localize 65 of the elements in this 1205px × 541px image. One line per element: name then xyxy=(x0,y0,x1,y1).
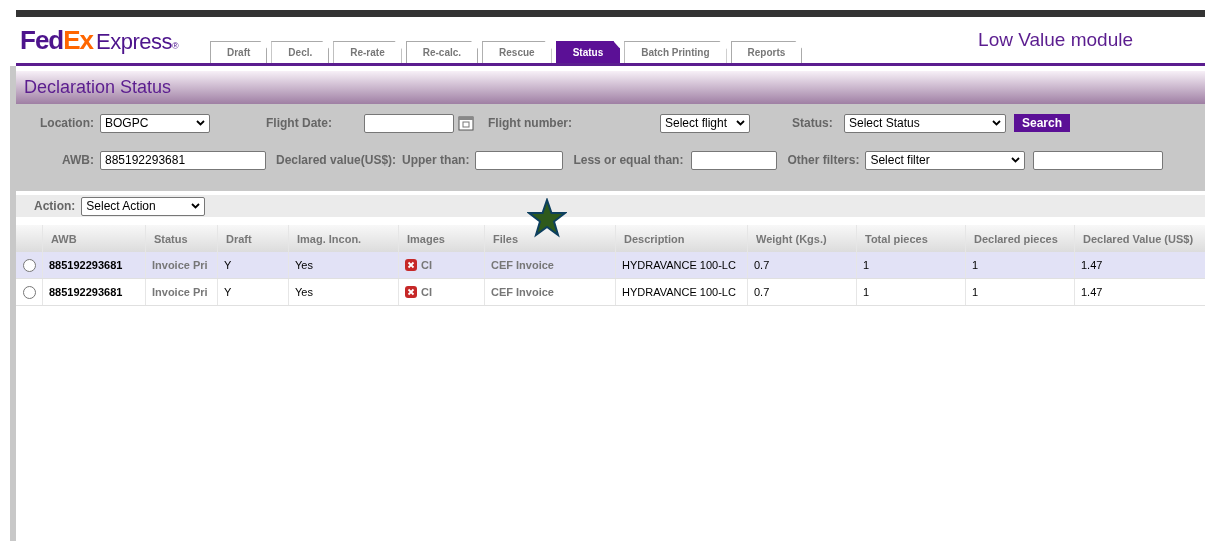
chevron-down-icon xyxy=(992,120,1001,126)
files-link[interactable]: CEF Invoice xyxy=(491,286,554,298)
table-cell: 885192293681 xyxy=(49,286,123,298)
tab[interactable]: Draft xyxy=(210,41,268,63)
location-label: Location: xyxy=(39,116,94,130)
status-label: Status: xyxy=(792,116,834,130)
row-radio[interactable] xyxy=(22,285,36,299)
chevron-down-icon xyxy=(736,120,745,126)
table-cell: Y xyxy=(224,259,232,271)
status-select[interactable]: Select Status xyxy=(844,113,1006,133)
flight-date-label: Flight Date: xyxy=(266,116,333,130)
module-title: Low Value module xyxy=(978,29,1133,51)
action-select[interactable]: Select Action xyxy=(81,196,206,216)
chevron-down-icon xyxy=(191,203,201,209)
page-title: Declaration Status xyxy=(24,77,172,98)
table-cell: 1 xyxy=(972,259,979,271)
tab[interactable]: Re-calc. xyxy=(405,41,479,63)
awb-field[interactable]: 885192293681 xyxy=(100,150,266,170)
table-cell: 0.7 xyxy=(754,259,770,271)
table-cell: Yes xyxy=(295,259,313,271)
tab[interactable]: Rescue xyxy=(482,41,552,63)
table-cell: 1 xyxy=(863,259,870,271)
flight-date-field[interactable] xyxy=(364,113,454,133)
chevron-down-icon xyxy=(196,120,205,126)
row-radio[interactable] xyxy=(22,258,36,272)
table-cell: 1 xyxy=(972,286,979,298)
search-button[interactable]: Search xyxy=(1014,114,1071,132)
tab[interactable]: Batch Printing xyxy=(624,41,727,63)
awb-label: AWB: xyxy=(61,153,94,167)
action-label: Action: xyxy=(34,199,76,213)
table-cell: Invoice Pri xyxy=(152,259,208,271)
table-cell: 1.47 xyxy=(1081,259,1103,271)
less-equal-label: Less or equal than: xyxy=(573,153,684,167)
chevron-down-icon xyxy=(1011,157,1021,163)
error-icon xyxy=(405,259,417,271)
upper-than-label: Upper than: xyxy=(402,153,470,167)
error-icon xyxy=(405,286,417,298)
filter-value-field[interactable] xyxy=(1033,150,1164,170)
table-cell: 1 xyxy=(863,286,870,298)
other-filters-select[interactable]: Select filter xyxy=(865,150,1026,170)
table-cell: 0.7 xyxy=(754,286,770,298)
tab[interactable]: Decl. xyxy=(271,41,330,63)
files-link[interactable]: CEF Invoice xyxy=(491,259,554,271)
flight-number-label: Flight number: xyxy=(488,116,573,130)
tab[interactable]: Re-rate xyxy=(333,41,402,63)
image-link[interactable]: CI xyxy=(421,286,432,298)
declared-value-label: Declared value(US$): xyxy=(276,153,397,167)
tab[interactable]: Status xyxy=(555,41,621,63)
image-link[interactable]: CI xyxy=(421,259,432,271)
table-cell: 1.47 xyxy=(1081,286,1103,298)
table-cell: 885192293681 xyxy=(49,259,123,271)
other-filters-label: Other filters: xyxy=(787,153,860,167)
tab[interactable]: Reports xyxy=(730,41,803,63)
upper-than-field[interactable] xyxy=(475,150,564,170)
star-icon xyxy=(527,198,567,238)
fedex-logo: FedExExpress® xyxy=(20,25,178,56)
less-equal-field[interactable] xyxy=(691,150,778,170)
table-cell: HYDRAVANCE 100-LC xyxy=(622,259,736,271)
calendar-icon[interactable] xyxy=(458,115,474,131)
table-cell: Invoice Pri xyxy=(152,286,208,298)
table-cell: Yes xyxy=(295,286,313,298)
location-select[interactable]: BOGPC xyxy=(100,113,210,133)
table-cell: Y xyxy=(224,286,232,298)
flight-select[interactable]: Select flight xyxy=(660,113,750,133)
table-cell: HYDRAVANCE 100-LC xyxy=(622,286,736,298)
